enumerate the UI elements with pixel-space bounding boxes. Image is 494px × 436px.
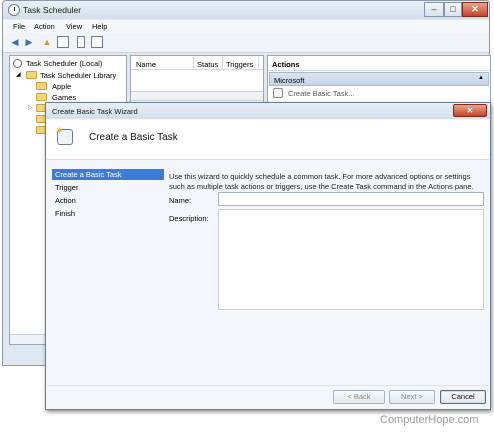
column-triggers[interactable]: Triggers bbox=[226, 60, 253, 69]
create-basic-task-wizard: Create Basic Task Wizard ✕ ✶ Create a Ba… bbox=[45, 102, 491, 410]
toolbar: ◀ ▶ ▲ bbox=[3, 33, 489, 53]
maximize-button[interactable]: □ bbox=[444, 2, 462, 17]
menu-help[interactable]: Help bbox=[92, 22, 107, 31]
show-hide-tree-icon[interactable] bbox=[57, 36, 69, 48]
collapse-arrow-icon[interactable]: ▲ bbox=[478, 75, 484, 81]
star-icon: ✶ bbox=[55, 125, 65, 137]
divider bbox=[47, 385, 489, 386]
name-label: Name: bbox=[169, 196, 192, 205]
tree-item-root[interactable]: Task Scheduler (Local) bbox=[26, 59, 102, 68]
step-create-basic-task[interactable]: Create a Basic Task bbox=[52, 169, 164, 180]
task-list-header: Name Status Triggers bbox=[131, 56, 263, 70]
menu-view[interactable]: View bbox=[66, 22, 82, 31]
folder-icon bbox=[36, 82, 47, 90]
step-finish[interactable]: Finish bbox=[52, 208, 164, 219]
action-create-basic-task[interactable]: Create Basic Task... bbox=[288, 89, 355, 98]
step-action[interactable]: Action bbox=[52, 195, 164, 206]
help-icon[interactable] bbox=[77, 36, 85, 48]
menu-file[interactable]: File bbox=[13, 22, 25, 31]
back-button[interactable]: < Back bbox=[333, 390, 385, 404]
up-folder-icon[interactable]: ▲ bbox=[41, 37, 53, 48]
watermark-text: ComputerHope.com bbox=[380, 414, 479, 426]
cancel-button[interactable]: Cancel bbox=[440, 390, 486, 404]
clock-icon bbox=[13, 59, 22, 68]
expand-arrow-icon[interactable]: ◢ bbox=[16, 71, 21, 78]
wizard-intro-text: Use this wizard to quickly schedule a co… bbox=[169, 172, 474, 191]
actions-header: Actions bbox=[268, 56, 490, 71]
wizard-title-bar[interactable]: Create Basic Task Wizard ✕ bbox=[46, 103, 490, 119]
wizard-title: Create Basic Task Wizard bbox=[52, 107, 138, 116]
wizard-steps: Create a Basic Task Trigger Action Finis… bbox=[52, 169, 166, 229]
menu-action[interactable]: Action bbox=[34, 22, 55, 31]
horizontal-scrollbar[interactable] bbox=[131, 91, 263, 101]
folder-icon bbox=[26, 71, 37, 79]
description-input[interactable] bbox=[218, 209, 484, 310]
forward-arrow-icon[interactable]: ▶ bbox=[23, 37, 35, 48]
minimize-button[interactable]: – bbox=[424, 2, 444, 17]
wizard-header: ✶ Create a Basic Task bbox=[47, 120, 489, 160]
name-input[interactable] bbox=[218, 192, 484, 206]
expand-arrow-icon[interactable]: ▷ bbox=[28, 104, 33, 111]
column-divider[interactable] bbox=[193, 56, 194, 70]
column-divider[interactable] bbox=[258, 56, 259, 70]
step-trigger[interactable]: Trigger bbox=[52, 182, 164, 193]
folder-icon bbox=[36, 93, 47, 101]
wizard-close-button[interactable]: ✕ bbox=[453, 104, 487, 117]
wizard-heading: Create a Basic Task bbox=[89, 132, 178, 143]
actions-section-microsoft[interactable]: Microsoft bbox=[269, 72, 489, 86]
tree-item-apple[interactable]: Apple bbox=[52, 82, 71, 91]
column-status[interactable]: Status bbox=[197, 60, 218, 69]
column-name[interactable]: Name bbox=[136, 60, 156, 69]
show-action-pane-icon[interactable] bbox=[91, 36, 103, 48]
back-arrow-icon[interactable]: ◀ bbox=[9, 37, 21, 48]
menu-bar: File Action View Help bbox=[3, 20, 489, 33]
task-icon bbox=[273, 88, 283, 98]
column-divider[interactable] bbox=[222, 56, 223, 70]
tree-item-games[interactable]: Games bbox=[52, 93, 76, 102]
title-bar[interactable]: Task Scheduler – □ ✕ bbox=[3, 1, 489, 19]
window-title: Task Scheduler bbox=[23, 5, 82, 15]
description-label: Description: bbox=[169, 214, 209, 223]
tree-item-library[interactable]: Task Scheduler Library bbox=[40, 71, 116, 80]
close-button[interactable]: ✕ bbox=[462, 2, 488, 17]
next-button[interactable]: Next > bbox=[389, 390, 435, 404]
clock-icon bbox=[8, 4, 20, 16]
